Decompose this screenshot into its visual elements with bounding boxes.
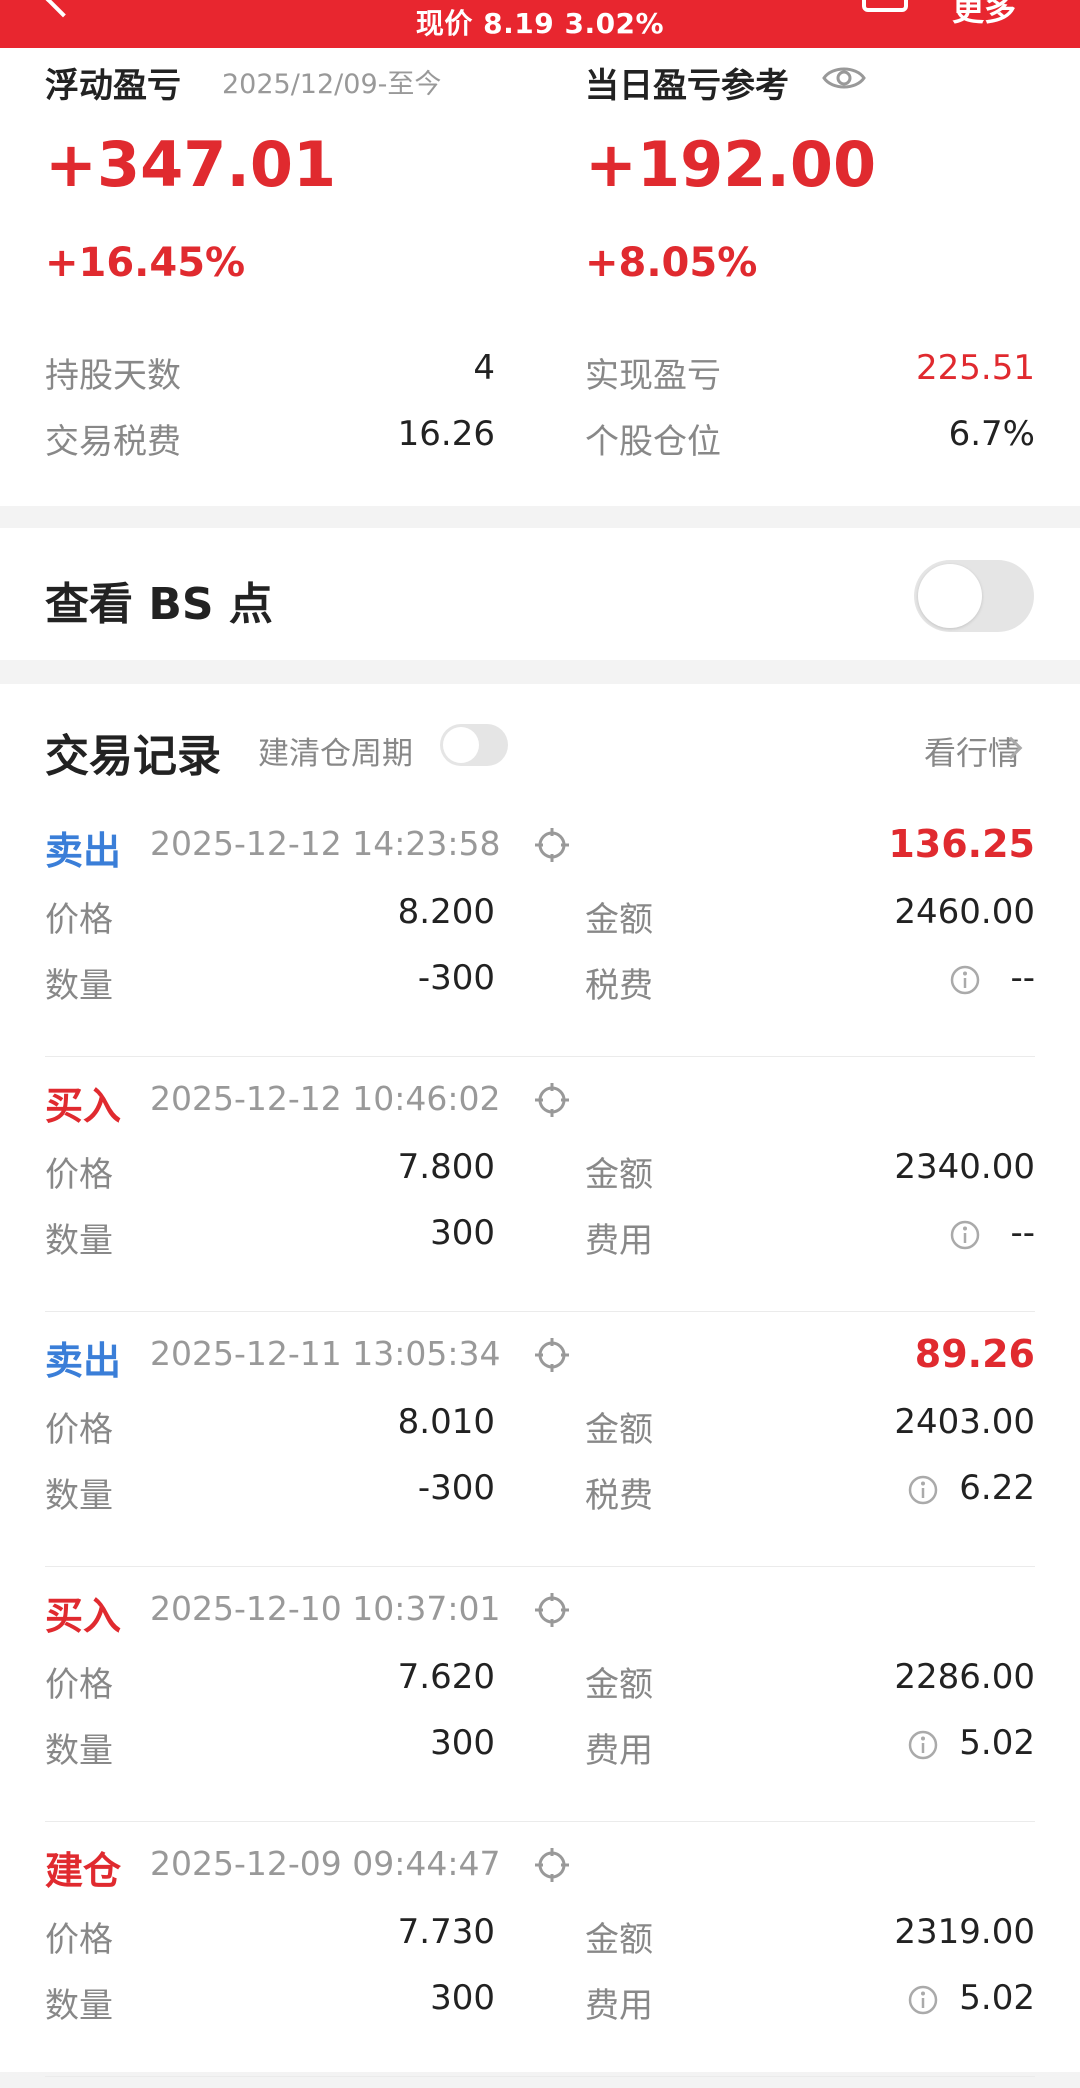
price-value: 8.010 [397, 1402, 495, 1442]
floating-profit-label: 浮动盈亏 [45, 66, 181, 106]
trade-time: 2025-12-09 09:44:47 [150, 1844, 501, 1883]
info-icon[interactable] [907, 1474, 939, 1506]
cycle-label: 建清仓周期 [258, 736, 413, 772]
trade-type: 卖出 [45, 1339, 122, 1383]
top-header: 现价 8.19 3.02% 更多 [0, 0, 1080, 48]
fee-value: -- [1010, 958, 1035, 998]
amount-label: 金额 [585, 1665, 653, 1705]
current-price-text: 现价 8.19 3.02% [415, 7, 665, 40]
price-value: 7.730 [397, 1912, 495, 1952]
quantity-value: -300 [417, 958, 495, 998]
fees-value: 16.26 [397, 414, 495, 454]
fee-label: 税费 [585, 966, 653, 1006]
quantity-label: 数量 [45, 1221, 113, 1261]
bs-point-label: 查看 BS 点 [45, 579, 273, 630]
trade-profit: 89.26 [914, 1332, 1035, 1376]
fee-value: 5.02 [959, 1978, 1035, 2018]
daily-profit-pct: +8.05% [585, 240, 758, 286]
trade-item[interactable]: 建仓 2025-12-09 09:44:47 价格 7.730 金额 2319.… [0, 1822, 1080, 2077]
info-icon[interactable] [949, 964, 981, 996]
amount-label: 金额 [585, 1920, 653, 1960]
trade-type: 卖出 [45, 829, 122, 873]
price-value: 7.800 [397, 1147, 495, 1187]
profit-summary-card: 浮动盈亏 2025/12/09-至今 +347.01 +16.45% 当日盈亏参… [0, 48, 1080, 506]
position-label: 个股仓位 [585, 422, 721, 462]
amount-label: 金额 [585, 1155, 653, 1195]
trade-time: 2025-12-12 14:23:58 [150, 824, 501, 863]
quantity-value: 300 [430, 1723, 495, 1763]
floating-since-text: 2025/12/09-至今 [222, 69, 442, 100]
quantity-value: 300 [430, 1213, 495, 1253]
position-value: 6.7% [948, 414, 1035, 454]
trade-item[interactable]: 卖出 2025-12-11 13:05:34 89.26 价格 8.010 金额… [0, 1312, 1080, 1567]
fee-label: 费用 [585, 1731, 653, 1771]
amount-value: 2319.00 [894, 1912, 1035, 1952]
bs-point-card: 查看 BS 点 [0, 528, 1080, 660]
fee-label: 费用 [585, 1986, 653, 2026]
trade-item[interactable]: 卖出 2025-12-12 14:23:58 136.25 价格 8.200 金… [0, 802, 1080, 1057]
trade-time: 2025-12-10 10:37:01 [150, 1589, 501, 1628]
amount-value: 2286.00 [894, 1657, 1035, 1697]
amount-value: 2460.00 [894, 892, 1035, 932]
info-icon[interactable] [907, 1984, 939, 2016]
price-label: 价格 [45, 900, 113, 940]
floating-profit-pct: +16.45% [45, 240, 246, 286]
amount-label: 金额 [585, 1410, 653, 1450]
trade-type: 建仓 [45, 1849, 122, 1893]
daily-profit-label: 当日盈亏参考 [585, 66, 789, 106]
trade-profit: 136.25 [888, 822, 1035, 866]
fee-value: 5.02 [959, 1723, 1035, 1763]
trade-time: 2025-12-12 10:46:02 [150, 1079, 501, 1118]
amount-label: 金额 [585, 900, 653, 940]
realized-profit-value: 225.51 [916, 348, 1035, 388]
floating-profit-value: +347.01 [45, 128, 337, 201]
realized-profit-label: 实现盈亏 [585, 356, 721, 396]
amount-value: 2340.00 [894, 1147, 1035, 1187]
toggle-knob [443, 727, 479, 763]
cycle-toggle[interactable] [440, 724, 508, 766]
trade-item[interactable]: 买入 2025-12-12 10:46:02 价格 7.800 金额 2340.… [0, 1057, 1080, 1312]
trade-item[interactable]: 买入 2025-12-10 10:37:01 价格 7.620 金额 2286.… [0, 1567, 1080, 1822]
more-button[interactable]: 更多 [952, 0, 1016, 30]
eye-icon[interactable] [822, 64, 866, 92]
price-label: 价格 [45, 1155, 113, 1195]
fee-label: 税费 [585, 1476, 653, 1516]
amount-value: 2403.00 [894, 1402, 1035, 1442]
trade-records-card: 交易记录 建清仓周期 看行情 卖出 2025-12-12 14:23:58 13… [0, 684, 1080, 2077]
trade-type: 买入 [45, 1594, 122, 1638]
fee-label: 费用 [585, 1221, 653, 1261]
fee-value: 6.22 [959, 1468, 1035, 1508]
hold-days-label: 持股天数 [45, 356, 181, 396]
quantity-label: 数量 [45, 1476, 113, 1516]
target-icon[interactable] [533, 1591, 571, 1629]
share-icon[interactable] [862, 0, 908, 12]
target-icon[interactable] [533, 826, 571, 864]
quantity-value: -300 [417, 1468, 495, 1508]
fees-label: 交易税费 [45, 422, 181, 462]
quantity-label: 数量 [45, 1731, 113, 1771]
price-value: 8.200 [397, 892, 495, 932]
price-value: 7.620 [397, 1657, 495, 1697]
quantity-value: 300 [430, 1978, 495, 2018]
quantity-label: 数量 [45, 966, 113, 1006]
trade-type: 买入 [45, 1084, 122, 1128]
toggle-knob [918, 564, 982, 628]
quantity-label: 数量 [45, 1986, 113, 2026]
price-label: 价格 [45, 1410, 113, 1450]
hold-days-value: 4 [473, 348, 495, 388]
fee-value: -- [1010, 1213, 1035, 1253]
info-icon[interactable] [949, 1219, 981, 1251]
bs-point-toggle[interactable] [914, 560, 1034, 632]
divider [45, 2076, 1035, 2077]
target-icon[interactable] [533, 1081, 571, 1119]
target-icon[interactable] [533, 1846, 571, 1884]
price-label: 价格 [45, 1920, 113, 1960]
daily-profit-value: +192.00 [585, 128, 877, 201]
trade-time: 2025-12-11 13:05:34 [150, 1334, 501, 1373]
trade-records-title: 交易记录 [45, 731, 221, 782]
info-icon[interactable] [907, 1729, 939, 1761]
target-icon[interactable] [533, 1336, 571, 1374]
price-label: 价格 [45, 1665, 113, 1705]
